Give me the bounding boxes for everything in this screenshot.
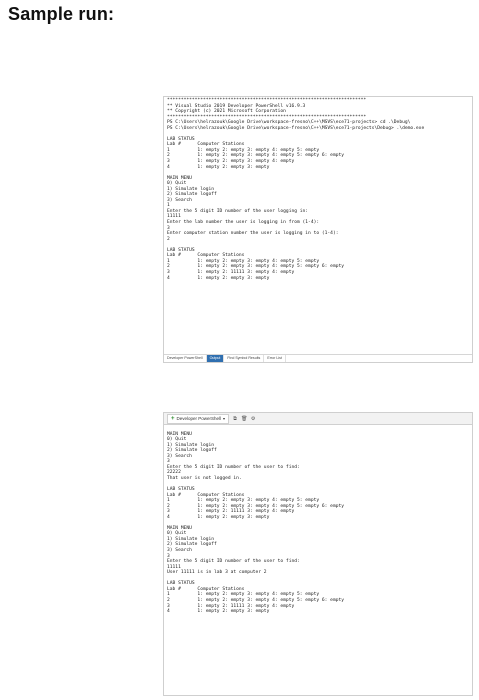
tab-label: Developer PowerShell [176, 415, 222, 421]
console-output-1[interactable]: ****************************************… [164, 97, 472, 282]
terminal-toolbar: + Developer PowerShell ▾ ⧉ 🗑 ⚙ [164, 413, 472, 425]
console-output-2[interactable]: MAIN MENU 0) Quit 1) Simulate login 2) Simu… [164, 425, 472, 616]
panel-tab-error-list[interactable]: Error List [264, 355, 286, 362]
panel-tab-output[interactable]: Output [206, 355, 225, 362]
page-heading: Sample run: [8, 4, 115, 24]
panel-tab-strip: Developer PowerShell Output Find Symbol … [164, 354, 472, 362]
panel-tab-find-symbol[interactable]: Find Symbol Results [224, 355, 265, 362]
panel-tab-powershell[interactable]: Developer PowerShell [164, 355, 207, 362]
terminal-window-2[interactable]: + Developer PowerShell ▾ ⧉ 🗑 ⚙ MAIN MENU… [163, 412, 473, 696]
console-line: PS C:\Users\helrazouk\Google Drive\works… [167, 125, 425, 131]
settings-icon[interactable]: ⚙ [250, 416, 256, 422]
tab-developer-powershell[interactable]: + Developer PowerShell ▾ [167, 413, 230, 424]
delete-icon[interactable]: 🗑 [241, 416, 247, 422]
terminal-window-1[interactable]: ****************************************… [163, 96, 473, 363]
chevron-down-icon[interactable]: ▾ [223, 415, 225, 423]
console-line: 4 1: empty 2: empty 3: empty [167, 609, 270, 615]
console-line: 4 1: empty 2: empty 3: empty [167, 275, 270, 281]
copy-icon[interactable]: ⧉ [232, 416, 238, 422]
plus-icon[interactable]: + [171, 415, 175, 423]
